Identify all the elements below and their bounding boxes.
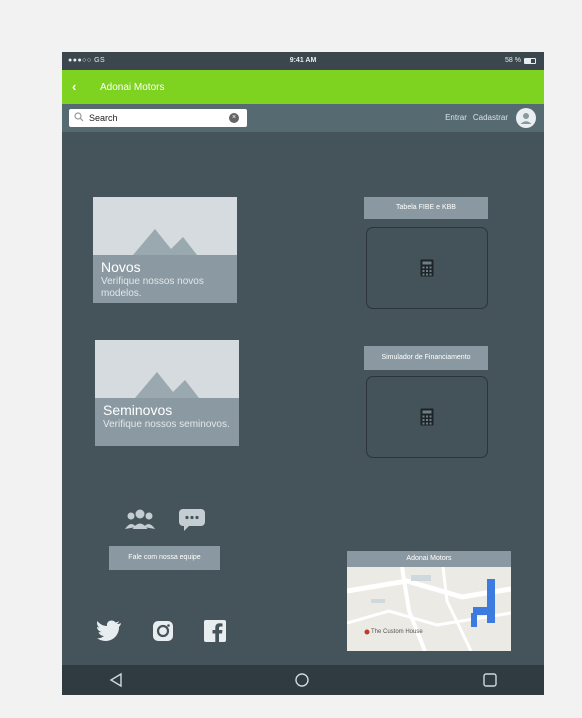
tabela-button[interactable]: Tabela FIBE e KBB — [364, 197, 488, 219]
back-nav-icon[interactable] — [108, 672, 124, 688]
status-time: 9:41 AM — [289, 57, 317, 64]
novos-caption: Novos Verifique nossos novos modelos. — [93, 255, 237, 303]
seminovos-caption: Seminovos Verifique nossos seminovos. — [95, 398, 239, 446]
back-arrow-icon[interactable]: ‹ — [72, 79, 76, 94]
novos-card[interactable]: Novos Verifique nossos novos modelos. — [93, 197, 237, 303]
battery-percentage: 58 % — [505, 57, 521, 64]
facebook-icon[interactable] — [204, 620, 226, 642]
seminovos-card[interactable]: Seminovos Verifique nossos seminovos. — [95, 340, 239, 446]
nav-bar — [62, 665, 544, 695]
app-bar: ‹ Adonai Motors — [62, 70, 544, 104]
map-tile[interactable]: Adonai Motors The Custom House — [347, 551, 511, 651]
simulador-calculator-box[interactable] — [366, 376, 488, 458]
user-icon — [520, 113, 532, 124]
chat-icon[interactable] — [178, 507, 206, 531]
register-link[interactable]: Cadastrar — [473, 113, 508, 122]
calculator-icon — [420, 408, 434, 426]
instagram-icon[interactable] — [152, 620, 174, 642]
twitter-icon[interactable] — [96, 620, 122, 642]
novos-description: Verifique nossos novos modelos. — [101, 276, 204, 299]
calculator-icon — [420, 259, 434, 277]
image-placeholder-icon — [93, 197, 237, 255]
search-text: Search — [89, 113, 118, 123]
image-placeholder-icon — [95, 340, 239, 398]
home-nav-icon[interactable] — [294, 672, 310, 688]
recents-nav-icon[interactable] — [482, 672, 498, 688]
social-icons — [96, 620, 226, 642]
search-icon — [74, 112, 84, 122]
clear-icon[interactable]: × — [229, 113, 239, 123]
avatar[interactable] — [516, 108, 536, 128]
top-links: Entrar Cadastrar — [445, 113, 508, 122]
status-right: 58 % — [505, 57, 536, 64]
login-link[interactable]: Entrar — [445, 113, 467, 122]
team-button[interactable]: Fale com nossa equipe — [109, 546, 220, 570]
simulador-button[interactable]: Simulador de Financiamento — [364, 346, 488, 370]
device-frame: ●●●○○ GS 9:41 AM 58 % ‹ Adonai Motors Se… — [62, 52, 544, 695]
map-place-label: The Custom House — [371, 629, 423, 635]
team-icons — [124, 507, 206, 531]
battery-icon — [524, 57, 536, 64]
tabela-calculator-box[interactable] — [366, 227, 488, 309]
seminovos-description: Verifique nossos seminovos. — [103, 419, 230, 430]
app-title: Adonai Motors — [100, 82, 165, 93]
search-input[interactable]: Search × — [69, 109, 247, 127]
status-bar: ●●●○○ GS 9:41 AM 58 % — [62, 52, 544, 70]
novos-title: Novos — [101, 259, 141, 275]
team-icon[interactable] — [124, 507, 156, 531]
seminovos-title: Seminovos — [103, 402, 173, 418]
search-row: Search × Entrar Cadastrar — [62, 104, 544, 132]
map-label: Adonai Motors — [347, 551, 511, 567]
